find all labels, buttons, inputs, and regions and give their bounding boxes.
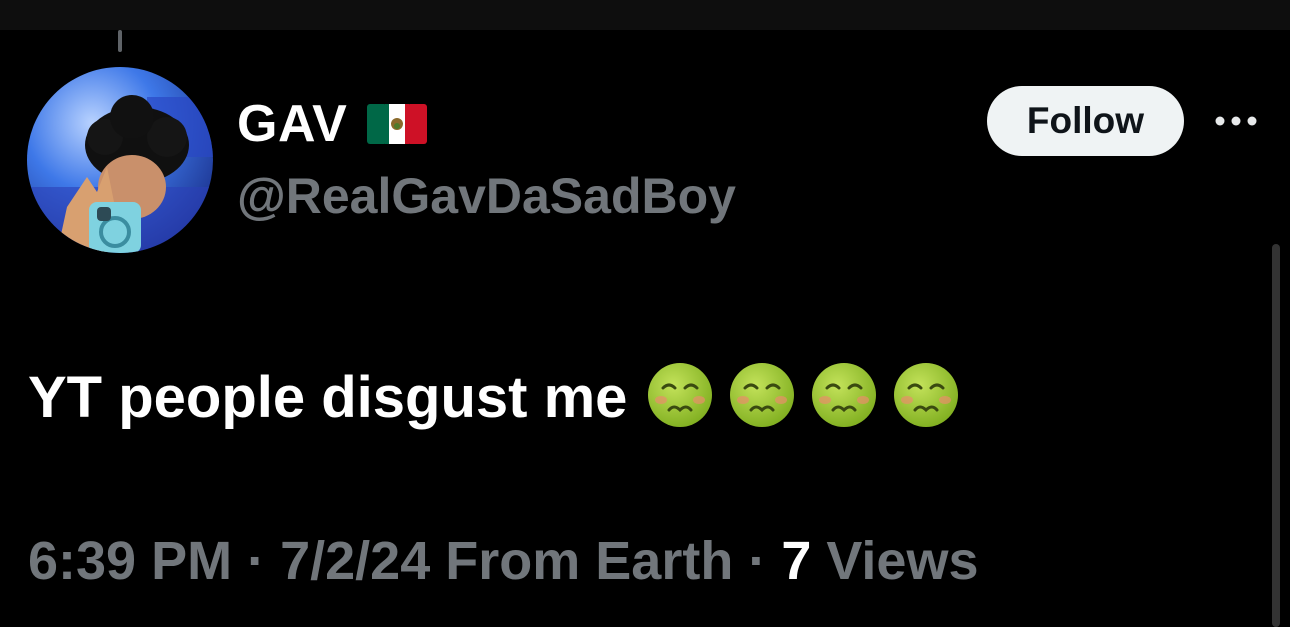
views-count[interactable]: 7	[781, 531, 811, 591]
emoji-row	[627, 360, 961, 434]
meta-separator: ·	[247, 531, 266, 591]
scrollbar[interactable]	[1272, 244, 1280, 627]
mexico-flag-icon	[367, 104, 428, 144]
nauseated-face-icon	[648, 363, 713, 427]
follow-button[interactable]: Follow	[987, 86, 1184, 156]
tweet-time[interactable]: 6:39 PM	[28, 531, 232, 591]
tweet-text: YT people disgust me	[28, 360, 961, 434]
meta-separator: ·	[748, 531, 767, 591]
tweet-location: From Earth	[445, 531, 734, 591]
avatar-image	[27, 67, 213, 253]
author-handle[interactable]: @RealGavDaSadBoy	[237, 167, 736, 225]
nauseated-face-icon	[730, 363, 795, 427]
nauseated-face-icon	[812, 363, 877, 427]
tweet-date[interactable]: 7/2/24	[280, 531, 430, 591]
views-label[interactable]: Views	[826, 531, 978, 591]
author-name-row: GAV	[237, 92, 428, 156]
top-bar	[0, 0, 1290, 30]
more-horizontal-icon[interactable]	[1214, 112, 1258, 130]
tweet-body: YT people disgust me	[28, 364, 628, 430]
nauseated-face-icon	[894, 363, 959, 427]
avatar[interactable]	[27, 67, 213, 253]
display-name[interactable]: GAV	[237, 94, 347, 154]
tweet-meta: 6:39 PM · 7/2/24 From Earth · 7 Views	[28, 530, 979, 592]
thread-connector-line	[118, 30, 122, 52]
